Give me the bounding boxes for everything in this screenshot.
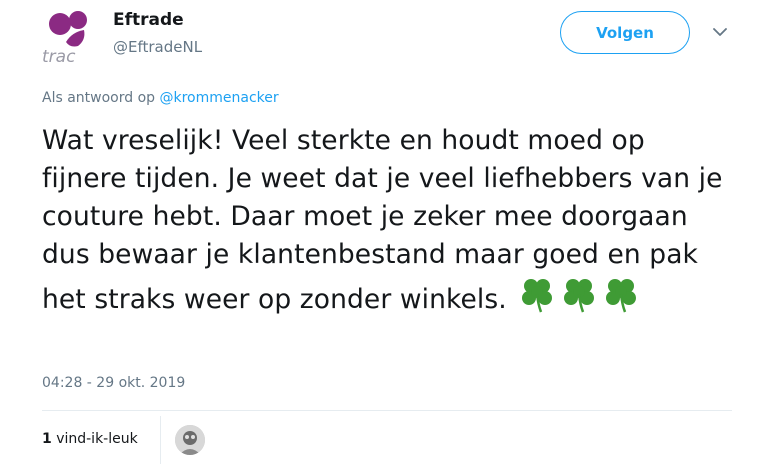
chevron-down-icon (713, 27, 727, 36)
user-photo-icon (175, 425, 205, 455)
likes-count: 1 (42, 431, 52, 447)
more-options-caret[interactable] (708, 22, 732, 42)
eftrade-logo-icon: trac (42, 11, 87, 67)
tweet-timestamp[interactable]: 04:28 - 29 okt. 2019 (42, 375, 185, 391)
reply-prefix: Als antwoord op (42, 90, 160, 106)
tweet-text: Wat vreselijk! Veel sterkte en houdt moe… (42, 122, 732, 325)
four-leaf-clover-icon (559, 274, 599, 325)
reply-context: Als antwoord op @krommenacker (42, 90, 279, 106)
vertical-divider (160, 416, 161, 464)
four-leaf-clover-icon (517, 274, 557, 325)
four-leaf-clover-icon (601, 274, 641, 325)
divider (42, 410, 732, 411)
account-avatar[interactable]: trac (40, 6, 104, 67)
user-handle[interactable]: @EftradeNL (113, 38, 202, 56)
likes-count-link[interactable]: 1 vind-ik-leuk (42, 431, 138, 447)
logo-text: trac (42, 47, 76, 64)
reply-mention-link[interactable]: @krommenacker (159, 90, 278, 106)
likes-label: vind-ik-leuk (51, 431, 138, 447)
liker-avatar[interactable] (175, 425, 205, 455)
follow-button[interactable]: Volgen (560, 11, 690, 54)
display-name[interactable]: Eftrade (113, 10, 184, 30)
